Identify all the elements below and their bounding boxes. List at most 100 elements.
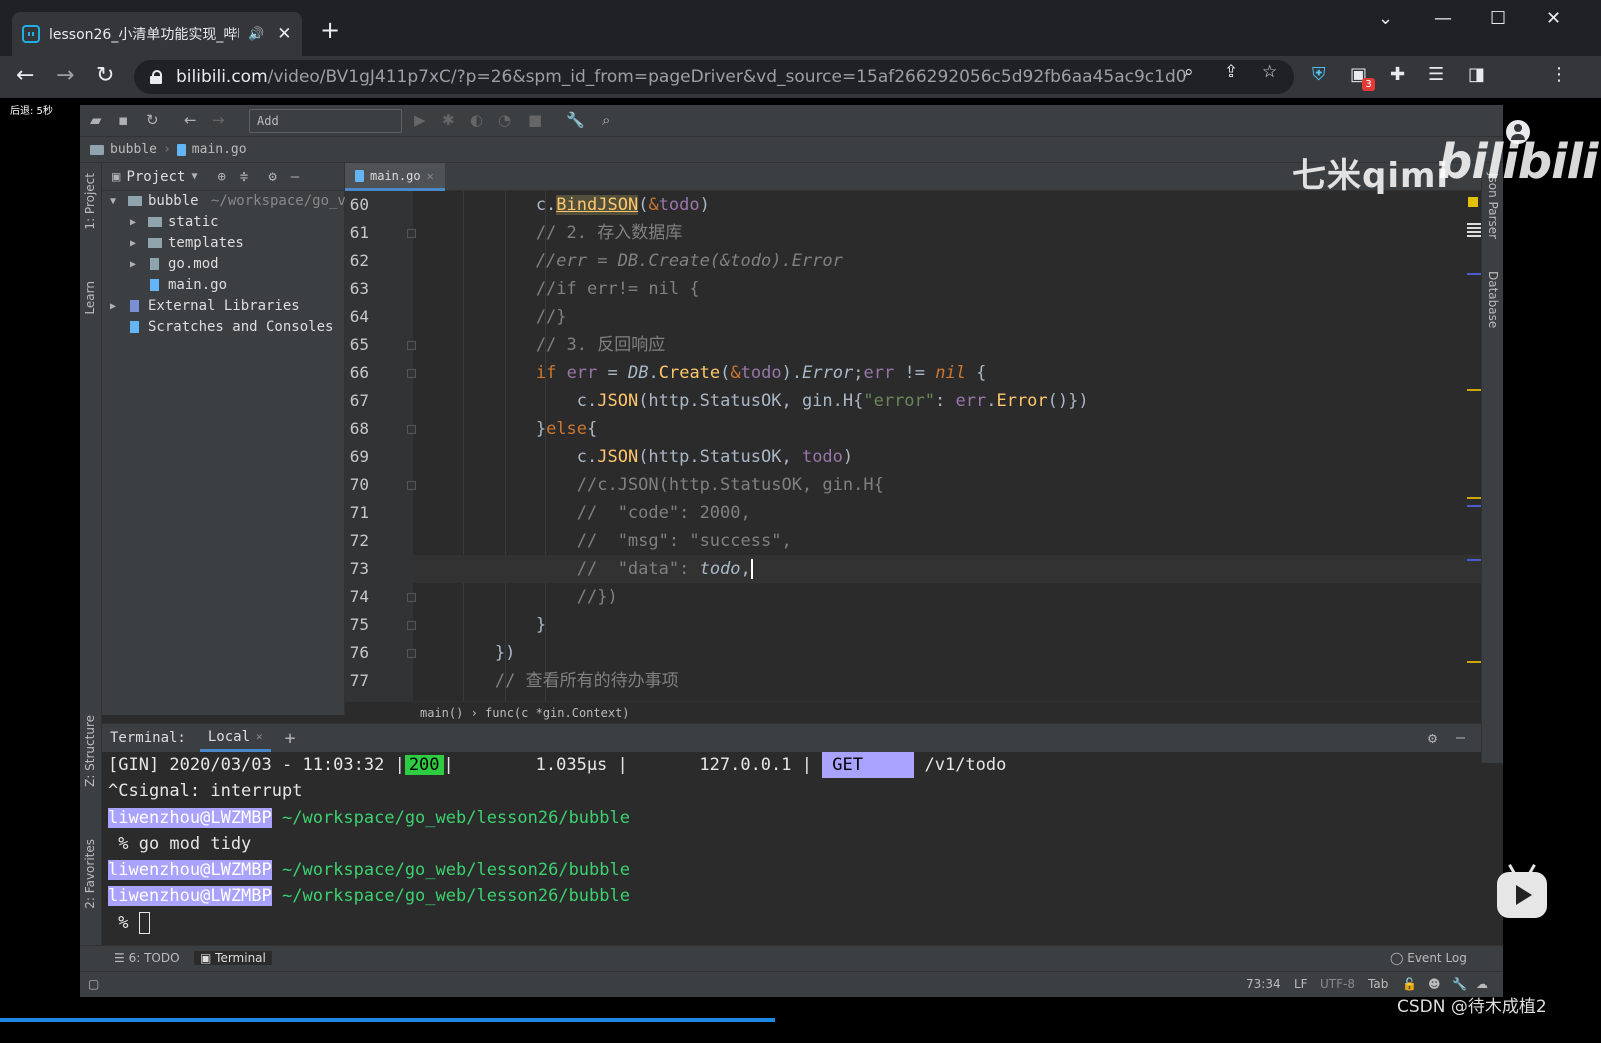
chevron-right-icon[interactable]: ▶ (130, 233, 136, 254)
maximize-button[interactable]: ☐ (1490, 8, 1506, 29)
tool-learn[interactable]: Learn (83, 281, 97, 315)
new-terminal-button[interactable]: + (285, 728, 296, 749)
line-number: 71 (349, 503, 369, 522)
reading-list-icon[interactable]: ☰ (1428, 64, 1444, 85)
lock-icon[interactable]: 🔓 (1402, 977, 1417, 991)
add-configuration-button[interactable]: Add Configuration... (249, 109, 402, 150)
bilibili-tv-icon[interactable] (1497, 864, 1547, 918)
error-stripe[interactable] (1465, 191, 1481, 715)
tool-favorites[interactable]: 2: Favorites (83, 839, 97, 909)
new-tab-button[interactable]: + (320, 16, 340, 44)
code-line-75: } (413, 615, 547, 635)
nav-forward-icon[interactable]: → (212, 111, 225, 129)
tab-search-chevron-icon[interactable]: ⌄ (1378, 8, 1393, 29)
project-view-selector[interactable]: Project (126, 169, 185, 185)
stop-icon[interactable]: ■ (528, 111, 542, 129)
close-window-button[interactable]: ✕ (1546, 8, 1561, 29)
editor-tab-main-go[interactable]: main.go ✕ (345, 163, 445, 191)
line-number: 66 (349, 363, 369, 382)
share-icon[interactable]: ⇪ (1224, 62, 1238, 82)
code-line-76: }) (413, 643, 516, 663)
hide-panel-icon[interactable]: — (1456, 728, 1465, 746)
indent-setting[interactable]: Tab (1368, 977, 1388, 991)
close-tab-icon[interactable]: ✕ (427, 169, 434, 183)
back-button[interactable]: ← (16, 63, 34, 89)
chevron-right-icon[interactable]: ▶ (110, 296, 116, 317)
save-icon[interactable]: ▪ (118, 111, 128, 129)
open-folder-icon[interactable]: ▰ (90, 111, 102, 129)
tree-item-label: main.go (168, 277, 228, 293)
tool-database[interactable]: Database (1486, 271, 1500, 328)
menu-kebab-icon[interactable]: ⋮ (1550, 64, 1568, 85)
bookmark-star-icon[interactable]: ☆ (1262, 62, 1277, 82)
minimize-button[interactable]: — (1434, 8, 1452, 29)
chevron-right-icon[interactable]: ▶ (130, 212, 136, 233)
run-icon[interactable]: ▶ (414, 111, 426, 129)
search-icon[interactable]: ⌕ (602, 111, 610, 129)
code-breadcrumb[interactable]: main() › func(c *gin.Context) (345, 701, 1481, 723)
terminal-label: Terminal: (110, 730, 186, 746)
terminal-tab-local[interactable]: Local ✕ (199, 724, 271, 752)
todo-tab[interactable]: ☰ 6: TODO (114, 951, 180, 965)
go-file-icon (355, 169, 364, 182)
tree-item[interactable]: ▼ bubble ~/workspace/go_v (102, 191, 346, 212)
tree-item[interactable]: main.go (102, 275, 344, 296)
status-bar: ▢ 73:34 LF UTF-8 Tab 🔓 ☻ 🔧 ☁ (80, 971, 1503, 997)
zoom-icon[interactable]: ⌕ (1184, 62, 1194, 82)
lock-icon[interactable] (150, 70, 162, 84)
collapse-icon[interactable]: ≑ (240, 169, 248, 185)
extension-shield-icon[interactable]: ⛨ (1312, 64, 1326, 85)
folder-icon (128, 196, 142, 206)
terminal-bottom-tab[interactable]: ▣ Terminal (194, 951, 272, 965)
side-panel-icon[interactable]: ◨ (1468, 64, 1485, 85)
extensions-puzzle-icon[interactable]: ✚ (1390, 64, 1405, 85)
wrench-icon[interactable]: 🔧 (566, 111, 585, 129)
speaker-icon[interactable]: 🔊 (248, 27, 264, 42)
reload-button[interactable]: ↻ (96, 63, 114, 89)
inspector-icon[interactable]: ☻ (1428, 977, 1441, 991)
prompt-path: ~/workspace/go_web/lesson26/bubble (271, 807, 630, 828)
prompt-symbol: % (108, 912, 139, 933)
nav-back-icon[interactable]: ← (184, 111, 197, 129)
layout-toggle-icon[interactable]: ▢ (88, 977, 99, 991)
browser-tab-active[interactable]: lesson26_小清单功能实现_哔哩哔哩 🔊 ✕ (12, 12, 302, 56)
debug-icon[interactable]: ✱ (442, 111, 455, 129)
tree-item[interactable]: Scratches and Consoles (102, 317, 344, 338)
warning-indicator-icon[interactable] (1468, 197, 1478, 207)
tool-structure[interactable]: Z: Structure (83, 715, 97, 787)
tree-item[interactable]: ▶ go.mod (102, 254, 344, 275)
video-progress-bar[interactable] (0, 1018, 775, 1022)
chevron-down-icon[interactable]: ▼ (191, 171, 197, 182)
breadcrumb-project[interactable]: bubble (110, 142, 157, 157)
coverage-icon[interactable]: ◐ (470, 111, 483, 129)
code-area[interactable]: c.BindJSON(&todo) // 2. 存入数据库 //err = DB… (413, 191, 1481, 715)
sync-icon[interactable]: ↻ (146, 111, 159, 129)
wrench-icon[interactable]: 🔧 (1452, 977, 1467, 991)
close-terminal-tab-icon[interactable]: ✕ (256, 730, 263, 743)
editor: main.go ✕ 60 61 62 63 64 65 66 67 68 69 70 71 72 73 74… (345, 163, 1481, 715)
locate-icon[interactable]: ⊕ (217, 169, 225, 185)
file-encoding[interactable]: UTF-8 (1320, 977, 1355, 991)
project-panel-header: ▣ Project ▼ ⊕ ≑ ⚙ — (102, 163, 344, 191)
gear-icon[interactable]: ⚙ (268, 169, 276, 185)
folder-icon (90, 144, 104, 155)
tab-close-icon[interactable]: ✕ (277, 24, 291, 44)
chevron-right-icon[interactable]: ▶ (130, 254, 136, 275)
terminal-output[interactable]: [GIN] 2020/03/03 - 11:03:32 | 200 | 1.035µ… (102, 752, 1481, 936)
line-number: 61 (349, 223, 369, 242)
notifications-icon[interactable]: ☁ (1476, 977, 1488, 991)
breadcrumb-file[interactable]: main.go (192, 142, 247, 157)
line-separator[interactable]: LF (1294, 977, 1308, 991)
address-bar[interactable]: bilibili.com/video/BV1gJ411p7xC/?p=26&sp… (134, 60, 1294, 94)
profile-run-icon[interactable]: ◔ (498, 111, 511, 129)
event-log-tab[interactable]: ◯ Event Log (1390, 951, 1467, 965)
caret-position[interactable]: 73:34 (1246, 977, 1281, 991)
gear-icon[interactable]: ⚙ (1428, 729, 1437, 747)
forward-button[interactable]: → (56, 63, 74, 89)
tree-item[interactable]: ▶ External Libraries (102, 296, 344, 317)
hide-icon[interactable]: — (291, 169, 299, 185)
chevron-down-icon[interactable]: ▼ (110, 191, 116, 212)
tool-project[interactable]: 1: Project (83, 173, 97, 230)
tree-item[interactable]: ▶ templates (102, 233, 344, 254)
tree-item[interactable]: ▶ static (102, 212, 344, 233)
